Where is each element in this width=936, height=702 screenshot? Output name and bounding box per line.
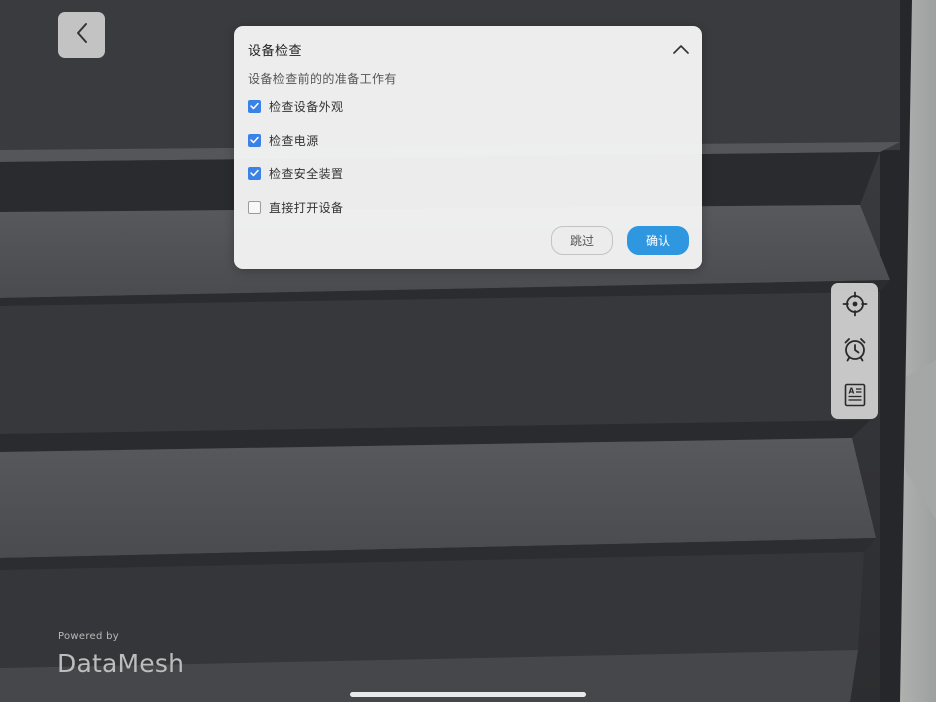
- option-check-appearance[interactable]: 检查设备外观: [248, 97, 343, 115]
- alarm-clock-icon: [842, 336, 868, 366]
- dialog-description: 设备检查前的的准备工作有: [248, 72, 397, 86]
- back-button[interactable]: [58, 12, 105, 58]
- option-label: 直接打开设备: [269, 200, 344, 215]
- brand-logo-text: DataMesh: [57, 649, 185, 678]
- chevron-up-icon: [673, 39, 689, 58]
- skip-button[interactable]: 跳过: [551, 226, 613, 255]
- option-label: 检查安全装置: [269, 166, 344, 181]
- checkbox-unchecked[interactable]: [248, 200, 261, 214]
- confirm-button[interactable]: 确认: [627, 226, 689, 255]
- option-label: 检查设备外观: [269, 99, 344, 114]
- home-indicator[interactable]: [350, 692, 586, 697]
- chevron-left-icon: [74, 21, 90, 49]
- option-open-device[interactable]: 直接打开设备: [248, 198, 343, 216]
- svg-text:A: A: [848, 386, 854, 395]
- option-label: 检查电源: [269, 133, 319, 148]
- right-toolbar: A: [831, 283, 878, 419]
- checkmark-icon: [250, 136, 259, 144]
- document-text-icon: A: [842, 382, 868, 412]
- document-button[interactable]: A: [839, 381, 870, 412]
- option-check-safety[interactable]: 检查安全装置: [248, 164, 343, 182]
- checkmark-icon: [250, 102, 259, 110]
- option-check-power[interactable]: 检查电源: [248, 131, 319, 149]
- checkbox-checked[interactable]: [248, 133, 261, 147]
- crosshair-icon: [842, 291, 868, 321]
- device-check-dialog: 设备检查 设备检查前的的准备工作有 检查设备外观 检查电源 检查安全装置 直接打…: [234, 26, 702, 269]
- powered-by-label: Powered by: [58, 631, 119, 642]
- collapse-button[interactable]: [670, 37, 692, 59]
- checkmark-icon: [250, 169, 259, 177]
- alarm-button[interactable]: [839, 335, 870, 366]
- dialog-title: 设备检查: [248, 44, 303, 59]
- checkbox-checked[interactable]: [248, 166, 261, 180]
- checkbox-checked[interactable]: [248, 99, 261, 113]
- locate-button[interactable]: [839, 290, 870, 321]
